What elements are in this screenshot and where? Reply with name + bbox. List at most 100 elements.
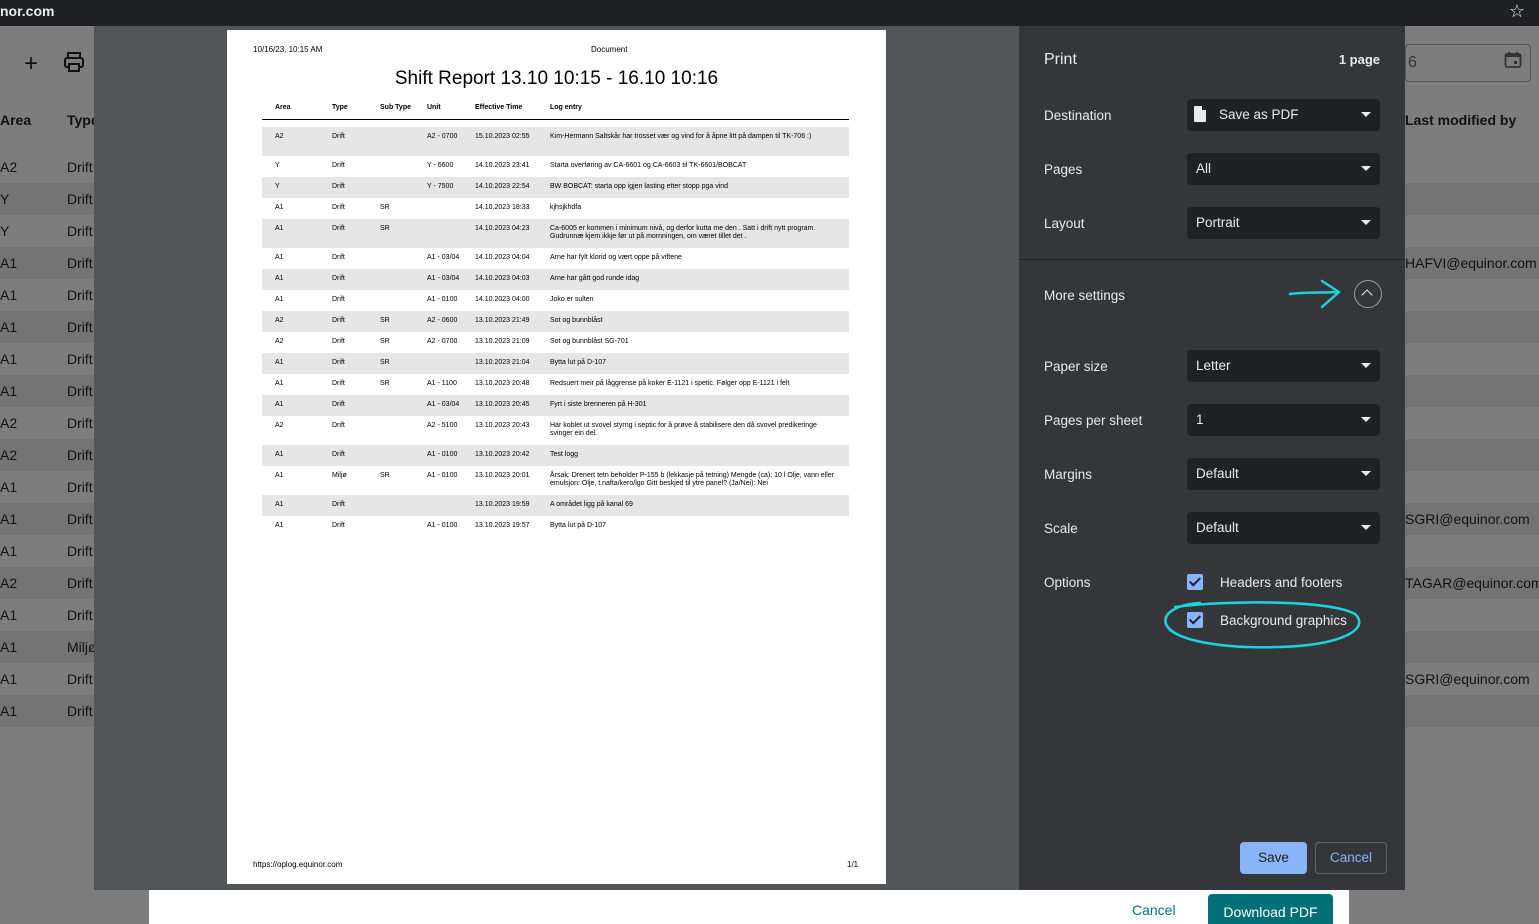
report-rows: A2 Drift A2 - 0700 15.10.2023 02:55 Kim-Herm… [262,127,849,537]
print-icon[interactable] [62,50,86,81]
table-row[interactable] [1405,279,1539,311]
column-header-last-modified[interactable]: Last modified by [1405,112,1516,128]
table-row[interactable]: A2 Drift [0,567,95,599]
table-row[interactable] [1405,599,1539,631]
date-value: 6 [1408,54,1417,71]
table-row[interactable] [1405,375,1539,407]
page-footer-number: 1/1 [847,860,859,869]
star-icon[interactable]: ☆ [1509,1,1525,22]
table-row[interactable]: TAGAR@equinor.com [1405,567,1539,599]
table-row[interactable] [1405,183,1539,215]
report-cell-entry: Arne har gått god runde idag [550,275,640,282]
cell-type: Drift [67,223,93,239]
cell-type: Drift [67,319,93,335]
table-row[interactable] [1405,471,1539,503]
report-cell-entry: BW BOBCAT: starta opp igjen lasting ette… [550,183,729,190]
layout-select[interactable]: Portrait [1187,207,1380,239]
save-button[interactable]: Save [1240,842,1307,874]
table-row[interactable]: A2 Drift [0,407,95,439]
report-cell-time: 14.10.2023 22:54 [475,183,530,190]
date-field[interactable]: 6 [1405,44,1531,82]
column-header-area[interactable]: Area [0,112,31,128]
report-cell-time: 13.10.2023 21:49 [475,317,530,324]
table-row[interactable]: A1 Drift [0,695,95,727]
table-row[interactable] [1405,215,1539,247]
table-row[interactable]: A1 Drift [0,375,95,407]
background-cancel-button[interactable]: Cancel [1132,902,1176,918]
report-cell-unit: A2 - 5100 [427,422,458,429]
cell-type: Drift [67,255,93,271]
cell-type: Drift [67,511,93,527]
cell-last-modified: SGRI@equinor.com [1405,511,1530,527]
more-settings-toggle[interactable] [1354,280,1382,308]
download-pdf-button[interactable]: Download PDF [1208,894,1333,924]
table-row[interactable]: A1 Drift [0,663,95,695]
table-row[interactable]: A1 Drift [0,471,95,503]
cell-type: Drift [67,351,93,367]
table-row[interactable]: SGRI@equinor.com [1405,503,1539,535]
table-row[interactable] [1405,535,1539,567]
table-row[interactable] [1405,631,1539,663]
report-cell-type: Drift [332,225,345,232]
cell-type: Drift [67,383,93,399]
pages-select[interactable]: All [1187,153,1380,185]
table-row[interactable]: A1 Drift [0,535,95,567]
report-cell-entry: Fyrt i siste brenneren på H-301 [550,401,647,408]
report-cell-subtype: SR [380,317,390,324]
more-settings-label[interactable]: More settings [1044,288,1125,303]
table-row[interactable]: A1 Drift [0,311,95,343]
report-cell-unit: A1 - 0100 [427,296,458,303]
report-cell-entry: Sot og bunnblåst [550,317,603,324]
cell-type: Drift [67,415,93,431]
table-row[interactable]: A1 Drift [0,343,95,375]
table-row[interactable]: Y Drift [0,215,95,247]
background-graphics-label[interactable]: Background graphics [1220,613,1347,628]
document-icon [1194,106,1206,122]
table-row[interactable]: SGRI@equinor.com [1405,663,1539,695]
report-cell-area: A1 [275,501,284,508]
table-row[interactable] [1405,151,1539,183]
report-cell-area: A1 [275,472,284,479]
margins-label: Margins [1044,467,1093,482]
table-row[interactable]: A1 Drift [0,279,95,311]
cancel-button[interactable]: Cancel [1315,842,1387,874]
headers-footers-label[interactable]: Headers and footers [1220,575,1342,590]
cell-area: A1 [0,671,18,687]
report-cell-area: Y [275,183,280,190]
headers-footers-checkbox[interactable] [1187,574,1203,590]
report-cell-type: Drift [332,133,345,140]
pages-per-sheet-label: Pages per sheet [1044,413,1143,428]
cell-type: Drift [67,575,93,591]
margins-select[interactable]: Default [1187,458,1380,490]
print-title: Print [1044,51,1077,68]
table-row[interactable] [1405,407,1539,439]
table-row[interactable]: A1 Drift [0,247,95,279]
destination-select[interactable]: Save as PDF [1187,99,1380,131]
table-row[interactable]: HAFVI@equinor.com [1405,247,1539,279]
report-cell-entry: Bytta lut på D-107 [550,359,607,366]
table-row[interactable]: A1 Drift [0,599,95,631]
report-col-unit: Unit [427,104,441,111]
table-row[interactable] [1405,311,1539,343]
pages-per-sheet-select[interactable]: 1 [1187,404,1380,436]
report-cell-unit: A2 - 0600 [427,317,458,324]
report-cell-subtype: SR [380,472,390,479]
background-graphics-checkbox[interactable] [1187,612,1203,628]
table-row[interactable]: A1 Drift [0,503,95,535]
report-cell-time: 14.10.2023 23:41 [475,162,530,169]
table-row[interactable] [1405,343,1539,375]
table-row[interactable]: Y Drift [0,183,95,215]
report-cell-unit: A1 - 0100 [427,451,458,458]
cell-last-modified: HAFVI@equinor.com [1405,255,1537,271]
calendar-icon[interactable] [1504,51,1522,74]
table-row[interactable]: A1 Miljø [0,631,97,663]
table-row[interactable] [1405,439,1539,471]
paper-size-select[interactable]: Letter [1187,350,1380,382]
report-cell-time: 13.10.2023 21:09 [475,338,530,345]
scale-select[interactable]: Default [1187,512,1380,544]
url-text[interactable]: nor.com [0,3,54,19]
plus-icon[interactable]: + [24,50,38,78]
table-row[interactable]: A2 Drift [0,439,95,471]
table-row[interactable] [1405,695,1539,727]
table-row[interactable]: A2 Drift [0,151,95,183]
